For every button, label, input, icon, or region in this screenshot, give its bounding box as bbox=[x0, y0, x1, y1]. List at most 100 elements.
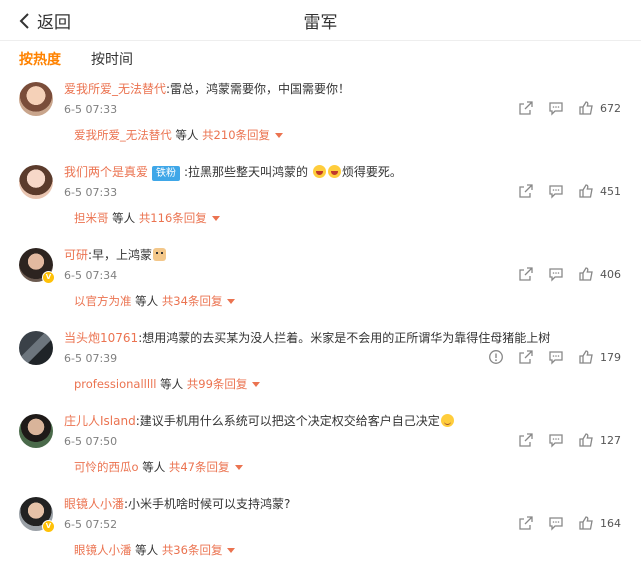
share-button[interactable] bbox=[518, 100, 534, 116]
comment-text-line: 当头炮10761:想用鸿蒙的去买某为没人拦着。米家是不会用的正所谓华为靠得住母猪… bbox=[64, 329, 550, 346]
comment-text-after: 烦得要死。 bbox=[341, 165, 402, 179]
reply-mid-text: 等人 bbox=[138, 460, 169, 474]
share-button[interactable] bbox=[518, 515, 534, 531]
like-button[interactable]: 672 bbox=[578, 100, 621, 116]
laugh-emoji-icon bbox=[312, 165, 326, 178]
report-button[interactable] bbox=[488, 349, 504, 365]
reply-count[interactable]: 共99条回复 bbox=[187, 377, 248, 391]
reply-count[interactable]: 共116条回复 bbox=[139, 211, 207, 225]
reply-username[interactable]: 眼镜人小潘 bbox=[74, 543, 132, 557]
avatar[interactable] bbox=[19, 331, 53, 365]
comment-button[interactable] bbox=[548, 266, 564, 282]
share-button[interactable] bbox=[518, 266, 534, 282]
comment-item: 我们两个是真爱 铁粉:拉黑那些整天叫鸿蒙的 烦得要死。 6-5 07:33 451… bbox=[0, 162, 641, 245]
like-button[interactable]: 406 bbox=[578, 266, 621, 282]
comment-icon bbox=[549, 268, 563, 282]
reply-mid-text: 等人 bbox=[131, 543, 162, 557]
comment-list: 爱我所爱_无法替代:雷总，鸿蒙需要你，中国需要你！ 6-5 07:33 672 … bbox=[0, 79, 641, 577]
like-count: 164 bbox=[600, 516, 621, 530]
share-icon bbox=[519, 516, 533, 530]
verified-badge-icon: V bbox=[42, 271, 55, 284]
like-count: 127 bbox=[600, 433, 621, 447]
thumbs-up-icon bbox=[579, 267, 593, 281]
page-title: 雷军 bbox=[303, 13, 338, 33]
comment-actions: 451 bbox=[504, 183, 621, 199]
reply-summary[interactable]: professionalllll 等人 共99条回复 bbox=[74, 376, 261, 392]
share-icon bbox=[519, 267, 533, 281]
like-count: 179 bbox=[600, 350, 621, 364]
reply-count[interactable]: 共210条回复 bbox=[202, 128, 270, 142]
tab-by-time[interactable]: 按时间 bbox=[91, 49, 133, 69]
share-button[interactable] bbox=[518, 183, 534, 199]
comment-text: :拉黑那些整天叫鸿蒙的 bbox=[184, 165, 309, 179]
avatar[interactable] bbox=[19, 414, 53, 448]
comment-text-line: 庄儿人Island:建议手机用什么系统可以把这个决定权交给客户自己决定 bbox=[64, 412, 455, 429]
caret-down-icon bbox=[227, 299, 236, 304]
verified-badge-icon: V bbox=[42, 520, 55, 533]
comment-username[interactable]: 当头炮10761 bbox=[64, 331, 138, 345]
like-button[interactable]: 127 bbox=[578, 432, 621, 448]
thumbs-up-icon bbox=[579, 350, 593, 364]
like-button[interactable]: 164 bbox=[578, 515, 621, 531]
comment-text: :想用鸿蒙的去买某为没人拦着。米家是不会用的正所谓华为靠得住母猪能上树 bbox=[138, 331, 551, 345]
avatar[interactable]: V bbox=[19, 248, 55, 284]
reply-username[interactable]: 爱我所爱_无法替代 bbox=[74, 128, 172, 142]
comment-time: 6-5 07:33 bbox=[64, 186, 118, 199]
comment-item: V 可研:早，上鸿蒙 6-5 07:34 406 以官方为准 等人 共34条回复 bbox=[0, 245, 641, 328]
reply-mid-text: 等人 bbox=[156, 377, 187, 391]
avatar[interactable]: V bbox=[19, 497, 55, 533]
comment-username[interactable]: 可研 bbox=[64, 248, 88, 262]
comment-text-line: 爱我所爱_无法替代:雷总，鸿蒙需要你，中国需要你！ bbox=[64, 80, 350, 97]
reply-count[interactable]: 共47条回复 bbox=[169, 460, 230, 474]
share-icon bbox=[519, 433, 533, 447]
like-button[interactable]: 451 bbox=[578, 183, 621, 199]
comment-username[interactable]: 我们两个是真爱 bbox=[64, 165, 148, 179]
reply-count[interactable]: 共36条回复 bbox=[162, 543, 223, 557]
comment-username[interactable]: 眼镜人小潘 bbox=[64, 497, 124, 511]
share-icon bbox=[519, 184, 533, 198]
thumbs-up-icon bbox=[579, 184, 593, 198]
reply-mid-text: 等人 bbox=[171, 128, 203, 142]
comment-actions: 672 bbox=[504, 100, 621, 116]
caret-down-icon bbox=[234, 465, 243, 470]
reply-count[interactable]: 共34条回复 bbox=[162, 294, 223, 308]
reply-summary[interactable]: 以官方为准 等人 共34条回复 bbox=[74, 293, 236, 309]
comment-icon bbox=[549, 351, 563, 365]
reply-summary[interactable]: 可怜的西瓜o 等人 共47条回复 bbox=[74, 459, 243, 475]
share-button[interactable] bbox=[518, 432, 534, 448]
avatar[interactable] bbox=[19, 82, 53, 116]
like-count: 451 bbox=[600, 184, 621, 198]
comment-time: 6-5 07:34 bbox=[64, 269, 118, 282]
comment-text: :小米手机啥时候可以支持鸿蒙? bbox=[124, 497, 291, 511]
comment-item: V 眼镜人小潘:小米手机啥时候可以支持鸿蒙? 6-5 07:52 164 眼镜人… bbox=[0, 494, 641, 577]
comment-button[interactable] bbox=[548, 349, 564, 365]
comment-button[interactable] bbox=[548, 515, 564, 531]
share-icon bbox=[519, 101, 533, 115]
comment-icon bbox=[549, 517, 563, 531]
fan-badge: 铁粉 bbox=[152, 166, 181, 181]
reply-username[interactable]: professionalllll bbox=[74, 377, 156, 391]
reply-username[interactable]: 可怜的西瓜o bbox=[74, 460, 139, 474]
reply-summary[interactable]: 担米哥 等人 共116条回复 bbox=[74, 210, 220, 226]
avatar[interactable] bbox=[19, 165, 53, 199]
comment-text-line: 我们两个是真爱 铁粉:拉黑那些整天叫鸿蒙的 烦得要死。 bbox=[64, 163, 402, 181]
reply-summary[interactable]: 爱我所爱_无法替代 等人 共210条回复 bbox=[74, 127, 284, 143]
comment-username[interactable]: 爱我所爱_无法替代 bbox=[64, 82, 166, 96]
comment-button[interactable] bbox=[548, 432, 564, 448]
reply-mid-text: 等人 bbox=[131, 294, 162, 308]
caret-down-icon bbox=[227, 548, 236, 553]
share-icon bbox=[519, 350, 533, 364]
comment-button[interactable] bbox=[548, 100, 564, 116]
comment-button[interactable] bbox=[548, 183, 564, 199]
tab-by-hot[interactable]: 按热度 bbox=[19, 49, 61, 69]
reply-username[interactable]: 担米哥 bbox=[74, 211, 109, 225]
comment-username[interactable]: 庄儿人Island bbox=[64, 414, 136, 428]
like-button[interactable]: 179 bbox=[578, 349, 621, 365]
reply-summary[interactable]: 眼镜人小潘 等人 共36条回复 bbox=[74, 542, 236, 558]
like-count: 406 bbox=[600, 267, 621, 281]
share-button[interactable] bbox=[518, 349, 534, 365]
comment-icon bbox=[549, 185, 563, 199]
reply-username[interactable]: 以官方为准 bbox=[74, 294, 132, 308]
comment-text: :雷总，鸿蒙需要你，中国需要你！ bbox=[166, 82, 351, 96]
comment-actions: 164 bbox=[504, 515, 621, 531]
